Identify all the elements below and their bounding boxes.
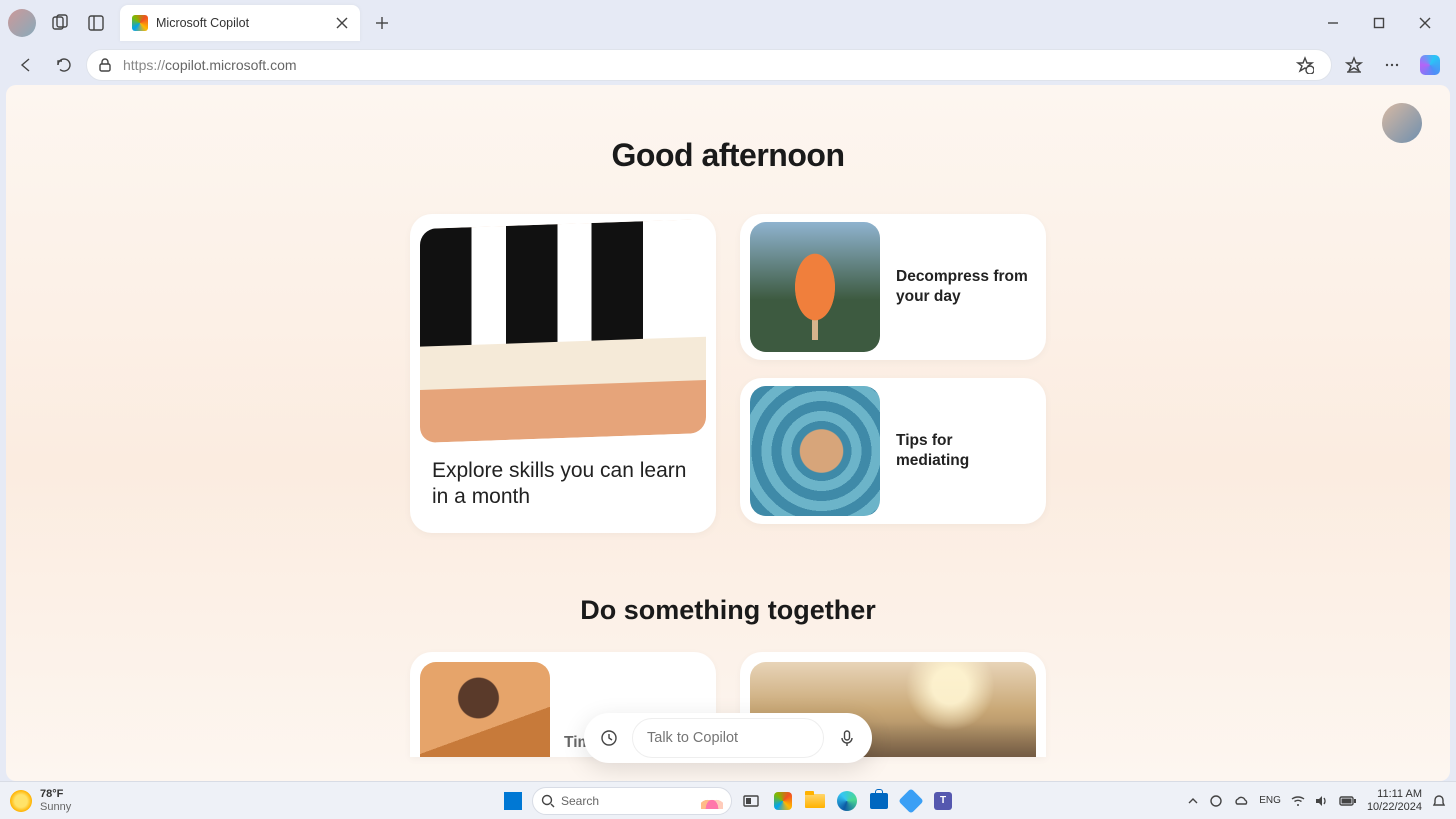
user-avatar[interactable] — [1382, 103, 1422, 143]
clock-date: 10/22/2024 — [1367, 801, 1422, 814]
windows-taskbar: 78°F Sunny Search T ENG 11:11 AM 10/22/2… — [0, 781, 1456, 819]
browser-tab[interactable]: Microsoft Copilot — [120, 5, 360, 41]
subheading: Do something together — [6, 595, 1450, 626]
close-tab-icon[interactable] — [336, 17, 348, 29]
card-image-piano — [420, 219, 706, 443]
search-placeholder: Search — [561, 794, 599, 808]
card-decompress[interactable]: Decompress from your day — [740, 214, 1046, 360]
browser-toolbar: https://copilot.microsoft.com — [0, 45, 1456, 85]
minimize-button[interactable] — [1310, 7, 1356, 39]
card-caption: Decompress from your day — [896, 267, 1036, 307]
vertical-tabs-icon[interactable] — [80, 7, 112, 39]
notifications-icon[interactable] — [1432, 794, 1446, 808]
browser-titlebar: Microsoft Copilot — [0, 0, 1456, 45]
copilot-favicon — [132, 15, 148, 31]
favorites-button[interactable] — [1338, 49, 1370, 81]
collections-nudge-icon[interactable] — [1289, 49, 1321, 81]
chat-input-bar — [584, 713, 872, 763]
card-image-popsicle — [750, 222, 880, 352]
suggestion-cards-row: Explore skills you can learn in a month … — [6, 214, 1450, 533]
copilot-sidebar-icon[interactable] — [1414, 49, 1446, 81]
weather-widget[interactable]: 78°F Sunny — [10, 788, 71, 812]
page-content: Good afternoon Explore skills you can le… — [6, 85, 1450, 781]
file-explorer-icon[interactable] — [802, 788, 828, 814]
clock[interactable]: 11:11 AM 10/22/2024 — [1367, 788, 1422, 813]
battery-icon[interactable] — [1339, 796, 1357, 806]
search-icon — [541, 794, 555, 808]
app-icon-blue[interactable] — [898, 788, 924, 814]
mic-button[interactable] — [830, 721, 864, 755]
taskbar-search[interactable]: Search — [532, 787, 732, 815]
greeting-heading: Good afternoon — [6, 137, 1450, 174]
history-button[interactable] — [592, 721, 626, 755]
volume-icon[interactable] — [1315, 795, 1329, 807]
card-caption: Explore skills you can learn in a month — [420, 458, 706, 511]
tab-title: Microsoft Copilot — [156, 16, 328, 30]
browser-profile-avatar[interactable] — [8, 9, 36, 37]
refresh-button[interactable] — [48, 49, 80, 81]
edge-icon[interactable] — [834, 788, 860, 814]
maximize-button[interactable] — [1356, 7, 1402, 39]
taskbar-center: Search T — [500, 787, 956, 815]
new-tab-button[interactable] — [366, 7, 398, 39]
weather-temp: 78°F — [40, 788, 71, 800]
card-explore-skills[interactable]: Explore skills you can learn in a month — [410, 214, 716, 533]
onedrive-icon[interactable] — [1233, 795, 1249, 807]
tray-sync-icon[interactable] — [1209, 794, 1223, 808]
card-caption: Tips for mediating — [896, 431, 1036, 471]
card-image-person — [420, 662, 550, 757]
system-tray: ENG 11:11 AM 10/22/2024 — [1187, 788, 1446, 813]
url-text: https://copilot.microsoft.com — [123, 57, 297, 73]
card-image-water — [750, 386, 880, 516]
close-window-button[interactable] — [1402, 7, 1448, 39]
card-mediating-tips[interactable]: Tips for mediating — [740, 378, 1046, 524]
sun-icon — [10, 790, 32, 812]
search-highlight-icon — [701, 793, 723, 809]
chat-input-wrap[interactable] — [632, 718, 824, 758]
address-bar[interactable]: https://copilot.microsoft.com — [86, 49, 1332, 81]
tray-chevron-icon[interactable] — [1187, 795, 1199, 807]
workspaces-icon[interactable] — [44, 7, 76, 39]
copilot-taskbar-icon[interactable] — [770, 788, 796, 814]
chat-input[interactable] — [647, 730, 809, 746]
site-info-icon[interactable] — [97, 57, 113, 73]
settings-menu-button[interactable] — [1376, 49, 1408, 81]
start-button[interactable] — [500, 788, 526, 814]
store-icon[interactable] — [866, 788, 892, 814]
wifi-icon[interactable] — [1291, 795, 1305, 807]
back-button[interactable] — [10, 49, 42, 81]
language-icon[interactable]: ENG — [1259, 795, 1281, 806]
teams-icon[interactable]: T — [930, 788, 956, 814]
clock-time: 11:11 AM — [1367, 788, 1422, 801]
task-view-icon[interactable] — [738, 788, 764, 814]
weather-cond: Sunny — [40, 801, 71, 813]
